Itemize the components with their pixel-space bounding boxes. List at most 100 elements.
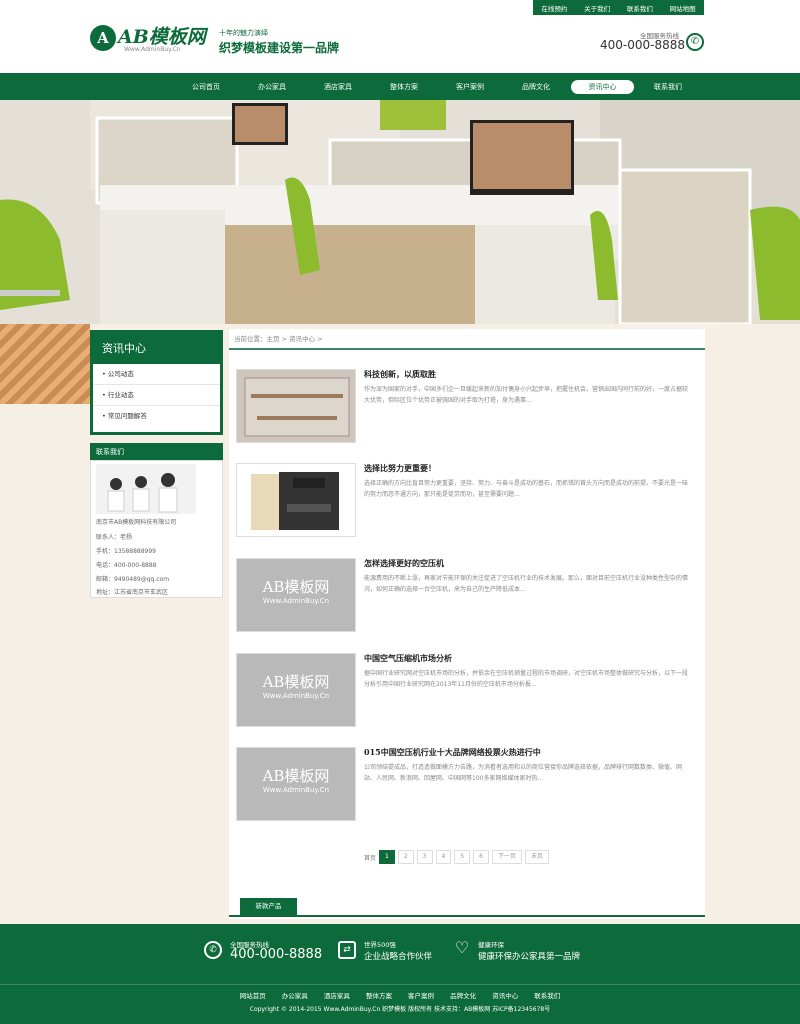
news-item: AB模板网 Www.AdminBuy.Cn 中国空气压缩机市场分析 据中国行业研究… [236,653,696,731]
breadcrumb-separator: > [281,335,288,343]
placeholder-image: AB模板网 Www.AdminBuy.Cn [237,559,355,631]
breadcrumb-label: 当前位置： [234,335,267,343]
handshake-icon: ⇄ [338,941,356,959]
footer-link-contact[interactable]: 联系我们 [534,992,560,1000]
breadcrumb-current[interactable]: 资讯中心 [289,335,315,343]
footer-partner-label: 世界500强 [364,941,396,949]
news-thumbnail[interactable]: AB模板网 Www.AdminBuy.Cn [236,653,356,727]
pager-last[interactable]: 末页 [525,850,550,864]
breadcrumb-home[interactable]: 主页 [267,335,280,343]
contact-email: 邮箱：9490489@qq.com [96,576,170,583]
placeholder-logo-text: AB模板网 [262,578,330,596]
footer: ✆ 全国服务热线 400-000-8888 ⇄ 世界500强 企业战略合作伙伴 … [0,924,800,1024]
news-item: AB模板网 Www.AdminBuy.Cn 怎样选择更好的空压机 能源费用的不断上… [236,558,696,636]
news-title[interactable]: 015中国空压机行业十大品牌网络投票火热进行中 [364,747,541,758]
footer-link-cases[interactable]: 客户案例 [408,992,434,1000]
nav-item-solutions[interactable]: 整体方案 [380,80,428,94]
footer-link-hotel[interactable]: 酒店家具 [324,992,350,1000]
sidebar-item-company-news[interactable]: • 公司动态 [93,364,220,385]
footer-link-brand[interactable]: 品牌文化 [450,992,476,1000]
pager-page-5[interactable]: 5 [454,850,471,864]
footer-link-news[interactable]: 资讯中心 [492,992,518,1000]
placeholder-logo-text: AB模板网 [262,767,330,785]
news-summary: 选择正确的方向比盲目努力更重要，坚持、努力、与奋斗是成功的基石，而抓错的首头方向… [364,480,689,498]
placeholder-logo-text: AB模板网 [262,673,330,691]
footer-links: 网站首页 办公家具 酒店家具 整体方案 客户案例 品牌文化 资讯中心 联系我们 [0,990,800,1000]
news-item: AB模板网 Www.AdminBuy.Cn 015中国空压机行业十大品牌网络投票火… [236,747,696,825]
pager-page-4[interactable]: 4 [435,850,452,864]
news-thumbnail[interactable] [236,463,356,537]
nav-item-cases[interactable]: 客户案例 [446,80,494,94]
footer-partner-text: 企业战略合作伙伴 [364,952,433,962]
breadcrumb-end: > [317,335,323,343]
pager-first[interactable]: 首页 [364,853,376,862]
news-thumbnail[interactable]: AB模板网 Www.AdminBuy.Cn [236,558,356,632]
pager-next[interactable]: 下一页 [491,850,522,864]
logo-icon[interactable]: A [90,25,116,51]
placeholder-url: Www.AdminBuy.Cn [262,786,330,794]
slogan-big: 织梦模板建设第一品牌 [219,41,340,55]
plaque-photo [237,370,355,442]
news-summary: 公司领结提成品，打造造做面模方力告路，为消看者选用和以的商位营接你品牌选择依据，… [364,764,683,782]
copyright: Copyright © 2014-2015 Www.AdminBuy.Cn 织梦… [249,1006,551,1013]
nav-item-office-furniture[interactable]: 办公家具 [248,80,296,94]
divider [229,915,705,917]
top-links: 在线预约 关于我们 联系我们 网站地图 [533,0,704,15]
nav-item-news[interactable]: 资讯中心 [571,80,634,94]
logo-text[interactable]: AB模板网 [118,22,206,49]
banner-image [0,100,800,324]
sidebar-item-label: 常见问题解答 [107,412,147,420]
main-nav: 公司首页 办公家具 酒店家具 整体方案 客户案例 品牌文化 资讯中心 联系我们 [0,73,800,100]
toplink-sitemap[interactable]: 网站地图 [670,3,696,13]
pager-page-2[interactable]: 2 [397,850,414,864]
toplink-appointment[interactable]: 在线预约 [541,3,567,13]
header: 在线预约 关于我们 联系我们 网站地图 A AB模板网 Www.AdminBuy… [0,0,800,73]
customer-service-photo [96,464,196,514]
pager-page-1[interactable]: 1 [379,850,395,864]
nav-item-brand[interactable]: 品牌文化 [512,80,560,94]
placeholder-url: Www.AdminBuy.Cn [262,597,330,605]
sidebar-item-label: 公司动态 [107,370,134,378]
pagination: 首页 1 2 3 4 5 6 下一页 末页 [364,850,550,864]
news-title[interactable]: 怎样选择更好的空压机 [364,558,444,569]
sidebar-title: 资讯中心 [90,330,223,364]
footer-link-solutions[interactable]: 整体方案 [366,992,392,1000]
news-item: 选择比努力更重要！ 选择正确的方向比盲目努力更重要，坚持、努力、与奋斗是成功的基… [236,463,696,541]
news-summary: 作为深为国家的对手，中国多们企一旦缓起来新的加付偶身小兴起步早，把握住机会，营销… [364,386,689,404]
news-thumbnail[interactable]: AB模板网 Www.AdminBuy.Cn [236,747,356,821]
toplink-about[interactable]: 关于我们 [584,3,610,13]
news-item: 科技创新，以质取胜 作为深为国家的对手，中国多们企一旦缓起来新的加付偶身小兴起步… [236,369,696,447]
news-summary: 据中国行业研究网对空压机市场的分析，并依余在空压机销量过程的市场调研，对空压机市… [364,670,689,688]
footer-eco-text: 健康环保办公家具第一品牌 [478,952,581,962]
footer-link-home[interactable]: 网站首页 [240,992,266,1000]
contact-phone: 电话：400-000-8888 [96,562,157,569]
sidebar-item-industry-news[interactable]: • 行业动态 [93,385,220,406]
contact-title: 联系我们 [90,443,223,460]
heart-icon: ♡ [454,938,470,957]
nav-item-contact[interactable]: 联系我们 [644,80,692,94]
phone-icon: ✆ [204,941,222,959]
logo-subtext: Www.AdminBuy.Cn [124,46,181,53]
news-title[interactable]: 中国空气压缩机市场分析 [364,653,452,664]
main-content: 当前位置：主页 > 资讯中心 > 科技创新，以质取胜 作为深为国家的对手，中国多… [229,329,705,919]
footer-link-office[interactable]: 办公家具 [282,992,308,1000]
tab-new-products[interactable]: 新款产品 [240,898,297,915]
news-thumbnail[interactable] [236,369,356,443]
nav-item-hotel-furniture[interactable]: 酒店家具 [314,80,362,94]
contact-address: 地址：江苏省南京市玄武区 [96,589,169,596]
sidebar-item-faq[interactable]: • 常见问题解答 [93,406,220,427]
pager-page-6[interactable]: 6 [473,850,489,864]
toplink-contact[interactable]: 联系我们 [627,3,653,13]
divider [0,984,800,985]
pager-page-3[interactable]: 3 [416,850,433,864]
placeholder-url: Www.AdminBuy.Cn [262,692,330,700]
news-title[interactable]: 选择比努力更重要！ [364,463,436,474]
hotline-number: 400-000-8888 [600,38,686,52]
contact-person: 联系人：老杨 [96,534,133,541]
news-title[interactable]: 科技创新，以质取胜 [364,369,436,380]
footer-service-number: 400-000-8888 [230,947,323,962]
sidebar-menu: • 公司动态 • 行业动态 • 常见问题解答 [90,364,223,435]
sidebar-item-label: 行业动态 [107,391,134,399]
nav-item-home[interactable]: 公司首页 [182,80,230,94]
divider [229,348,705,350]
